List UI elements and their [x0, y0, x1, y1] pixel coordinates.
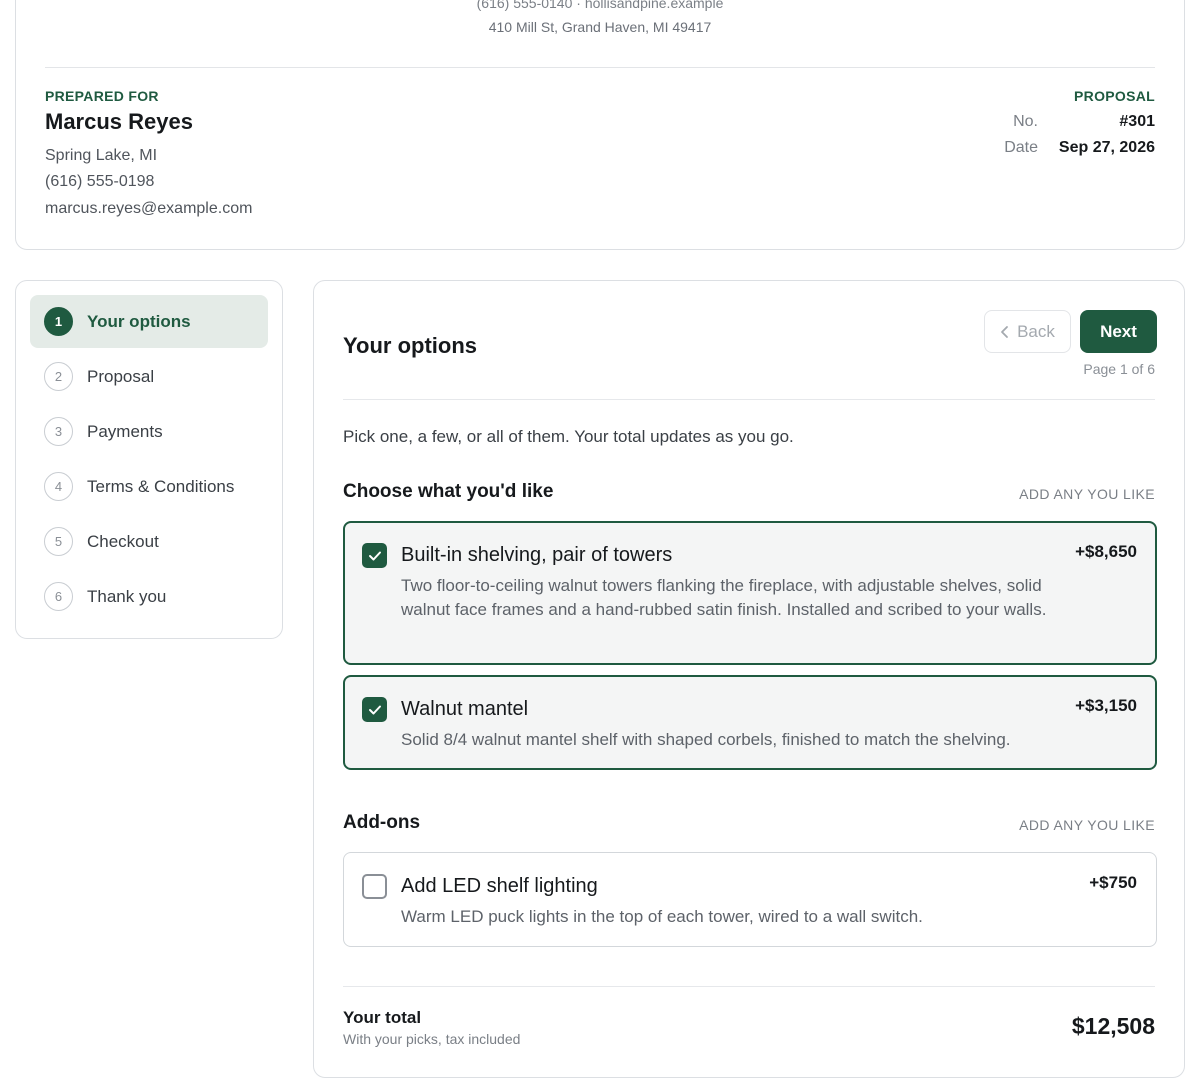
prepared-for-label: PREPARED FOR: [45, 88, 159, 104]
step-number: 1: [44, 307, 73, 336]
step-sidebar: 1 Your options 2 Proposal 3 Payments 4 T…: [15, 280, 283, 639]
step-number: 6: [44, 582, 73, 611]
step-your-options[interactable]: 1 Your options: [30, 295, 268, 348]
back-button[interactable]: Back: [984, 310, 1071, 353]
page-title: Your options: [343, 333, 478, 358]
option-description: Solid 8/4 walnut mantel shelf with shape…: [401, 730, 1011, 749]
option-title: Add LED shelf lighting: [401, 875, 598, 897]
step-payments[interactable]: 3 Payments: [30, 405, 268, 458]
option-description: Two floor-to-ceiling walnut towers flank…: [401, 576, 1047, 619]
step-label: Checkout: [87, 531, 159, 551]
section-title-add-ons: Add-ons: [343, 812, 421, 833]
section-hint: ADD ANY YOU LIKE: [1019, 486, 1155, 502]
checkmark-icon: [368, 551, 381, 560]
step-label: Your options: [87, 311, 191, 331]
step-proposal[interactable]: 2 Proposal: [30, 350, 268, 403]
proposal-date-row: Date Sep 27, 2026: [978, 139, 1155, 157]
option-price: +$8,650: [1075, 542, 1137, 561]
step-terms-conditions[interactable]: 4 Terms & Conditions: [30, 460, 268, 513]
option-description: Warm LED puck lights in the top of each …: [401, 907, 923, 926]
proposal-number-row: No. #301: [978, 113, 1155, 131]
section-hint: ADD ANY YOU LIKE: [1019, 817, 1155, 833]
total-divider: [343, 986, 1155, 987]
business-contact-line: (616) 555-0140 · hollisandpine.example: [476, 0, 724, 11]
option-price: +$3,150: [1075, 696, 1137, 715]
total-sublabel: With your picks, tax included: [343, 1031, 521, 1047]
step-label: Terms & Conditions: [87, 476, 235, 496]
proposal-number-label: No.: [1013, 113, 1038, 130]
title-divider: [343, 399, 1155, 400]
step-number: 3: [44, 417, 73, 446]
option-checkbox[interactable]: [362, 543, 387, 568]
option-card-shelving[interactable]: Built-in shelving, pair of towers Two fl…: [343, 521, 1157, 665]
intro-text: Pick one, a few, or all of them. Your to…: [343, 427, 794, 446]
checkmark-icon: [368, 705, 381, 714]
section-title-choices: Choose what you'd like: [343, 481, 554, 502]
option-checkbox[interactable]: [362, 874, 387, 899]
step-label: Proposal: [87, 366, 155, 386]
step-number: 4: [44, 472, 73, 501]
client-name: Marcus Reyes: [45, 109, 193, 134]
option-title: Built-in shelving, pair of towers: [401, 544, 673, 566]
proposal-date: Sep 27, 2026: [1058, 139, 1155, 156]
chevron-left-icon: [1000, 325, 1009, 339]
proposal-number: #301: [1119, 113, 1155, 130]
step-checkout[interactable]: 5 Checkout: [30, 515, 268, 568]
step-number: 2: [44, 362, 73, 391]
options-panel: Your options Back Next Page 1 of 6 Pick …: [313, 280, 1185, 1078]
client-location: Spring Lake, MI: [45, 147, 158, 164]
option-checkbox[interactable]: [362, 697, 387, 722]
next-button[interactable]: Next: [1080, 310, 1157, 353]
option-card-led-lighting[interactable]: Add LED shelf lighting Warm LED puck lig…: [343, 852, 1157, 947]
back-button-label: Back: [1017, 321, 1055, 341]
proposal-header-card: (616) 555-0140 · hollisandpine.example 4…: [15, 0, 1185, 250]
total-amount: $12,508: [1071, 1013, 1155, 1039]
total-label: Your total: [343, 1008, 422, 1027]
header-divider: [45, 67, 1155, 68]
proposal-label: PROPOSAL: [1074, 88, 1155, 104]
option-title: Walnut mantel: [401, 698, 529, 720]
step-label: Payments: [87, 421, 163, 441]
client-phone: (616) 555-0198: [45, 173, 155, 190]
step-thank-you[interactable]: 6 Thank you: [30, 570, 268, 623]
client-email: marcus.reyes@example.com: [45, 200, 253, 217]
option-price: +$750: [1089, 873, 1137, 892]
step-number: 5: [44, 527, 73, 556]
proposal-date-label: Date: [1004, 139, 1038, 156]
step-label: Thank you: [87, 586, 167, 606]
page-indicator: Page 1 of 6: [1083, 361, 1155, 377]
business-address: 410 Mill St, Grand Haven, MI 49417: [488, 19, 712, 35]
option-card-mantel[interactable]: Walnut mantel Solid 8/4 walnut mantel sh…: [343, 675, 1157, 770]
